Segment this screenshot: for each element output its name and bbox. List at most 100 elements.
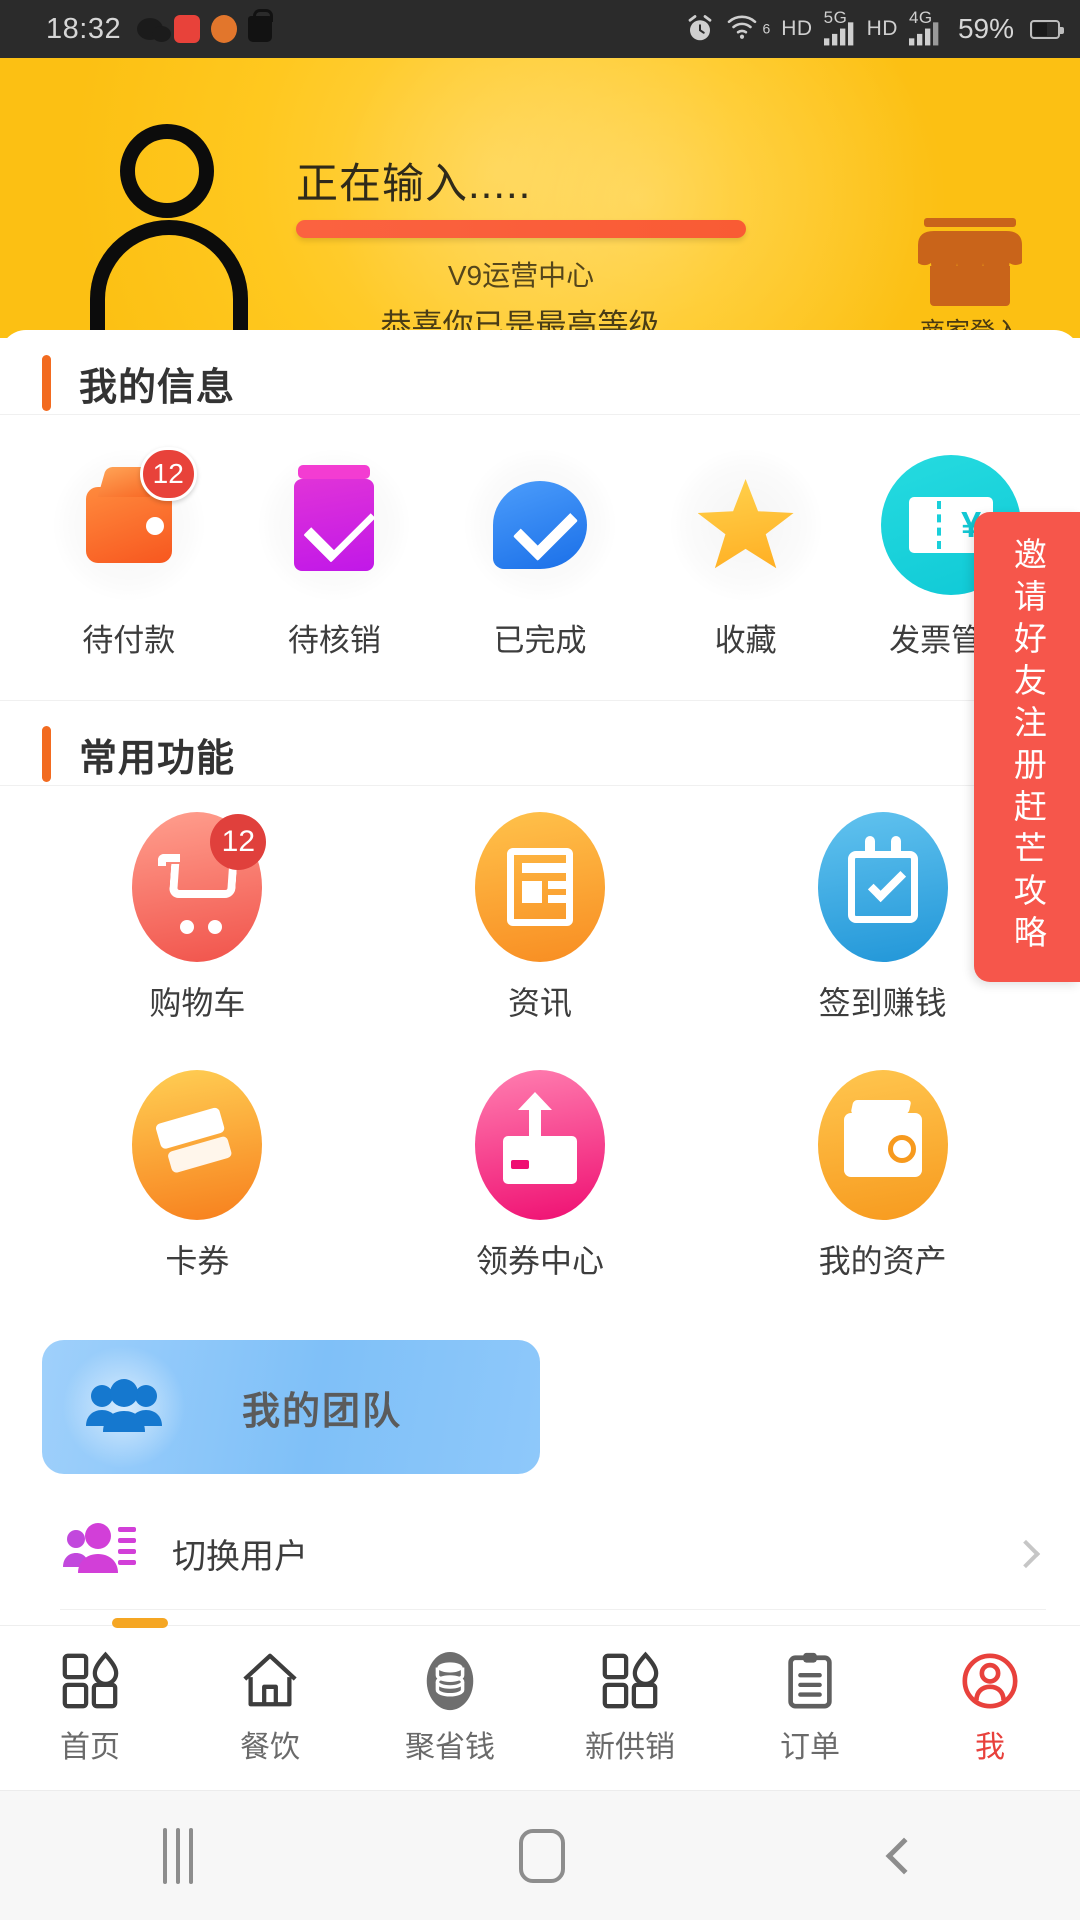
info-item-completed[interactable]: 已完成 — [437, 449, 643, 660]
coins-icon — [419, 1650, 481, 1712]
badge-count: 12 — [210, 814, 267, 870]
wifi-icon — [727, 15, 757, 39]
func-item-news[interactable]: 资讯 — [369, 812, 712, 1024]
info-item-label: 收藏 — [714, 623, 777, 658]
func-item-coupon-center[interactable]: 领券中心 — [369, 1070, 712, 1282]
team-people-shape — [86, 1379, 162, 1432]
orange-app-icon — [211, 15, 238, 43]
shop-roofline — [924, 218, 1016, 227]
recents-bar — [163, 1827, 167, 1884]
status-time: 18:32 — [46, 12, 122, 45]
switch-user-icon — [60, 1521, 138, 1587]
my-team-card[interactable]: 我的团队 — [42, 1340, 540, 1474]
func-item-label: 领券中心 — [475, 1243, 604, 1279]
chat-bubble-shape — [492, 481, 587, 569]
username-label[interactable]: 正在输入..... — [296, 150, 531, 211]
recents-bar — [189, 1827, 193, 1884]
news-line-a — [547, 881, 568, 889]
func-item-cards[interactable]: 卡券 — [26, 1070, 369, 1282]
clipboard-shape — [788, 1652, 832, 1709]
hd-label-2: HD — [866, 17, 898, 40]
common-functions-grid: 12 购物车 资讯 签到赚钱 卡券 领券中心 我的资产 — [0, 786, 1080, 1328]
tab-label: 新供销 — [585, 1731, 675, 1764]
status-bar: 18:32 6 HD 5G HD 4G 59% — [0, 0, 1080, 58]
my-info-grid: 12 待付款 待核销 已完成 收藏 ¥ 发票管理 — [0, 415, 1080, 700]
coupon-shape — [502, 1092, 577, 1184]
star-shape — [697, 479, 794, 569]
coupon-center-icon — [474, 1070, 605, 1220]
wallet-icon: 12 — [52, 447, 205, 601]
phone-screen: 18:32 6 HD 5G HD 4G 59% 正在输入..... V9运营中心… — [0, 0, 1080, 1920]
avatar-body — [90, 220, 248, 338]
mailbox-icon — [258, 449, 411, 601]
android-navigation-bar — [0, 1790, 1080, 1920]
news-thumb — [521, 881, 542, 903]
func-item-label: 购物车 — [149, 985, 246, 1021]
section-header-common: 常用功能 — [0, 723, 1080, 785]
tab-home[interactable]: 首页 — [0, 1626, 180, 1790]
section-title-common: 常用功能 — [79, 737, 236, 780]
shopping-cart-icon: 12 — [132, 812, 267, 962]
news-line-top — [521, 863, 568, 873]
coins-shape — [426, 1651, 474, 1711]
person-avatar-icon[interactable] — [82, 116, 257, 338]
section-title-my-info: 我的信息 — [79, 366, 236, 409]
wallet2-shape — [843, 1100, 922, 1177]
section-accent-bar — [42, 355, 51, 411]
my-assets-wallet-icon — [817, 1070, 948, 1220]
house-shape — [243, 1653, 297, 1707]
merchant-login-button[interactable]: 商家登入 — [890, 218, 1050, 338]
home-icon[interactable] — [519, 1828, 565, 1883]
tab-save-money[interactable]: 聚省钱 — [360, 1626, 540, 1790]
hd-label-1: HD — [781, 17, 813, 40]
tab-label: 聚省钱 — [405, 1731, 495, 1764]
level-label: V9运营中心 — [447, 260, 595, 291]
cards-shape — [152, 1101, 242, 1189]
tab-label: 餐饮 — [240, 1731, 300, 1764]
info-item-favorites[interactable]: 收藏 — [643, 449, 849, 660]
tab-orders[interactable]: 订单 — [720, 1626, 900, 1790]
invite-friends-side-tab[interactable]: 邀请好友注册赶芒攻略 — [974, 512, 1080, 982]
switch-user-label: 切换用户 — [172, 1538, 308, 1576]
content-sheet: 我的信息 12 待付款 待核销 已完成 收藏 ¥ 发票管理 常用功能 12 购物… — [0, 330, 1080, 1675]
func-item-label: 卡券 — [165, 1243, 230, 1279]
battery-icon — [1030, 19, 1064, 39]
cart-wheel-right — [208, 920, 223, 934]
tab-label: 我 — [975, 1731, 1005, 1764]
tab-me[interactable]: 我 — [900, 1626, 1080, 1790]
divider-2 — [0, 700, 1080, 701]
badge-count: 12 — [139, 447, 197, 501]
func-item-label: 签到赚钱 — [818, 985, 947, 1021]
chevron-right-icon — [1011, 1539, 1041, 1568]
info-item-pending-payment[interactable]: 12 待付款 — [26, 447, 232, 660]
tab-supply[interactable]: 新供销 — [540, 1626, 720, 1790]
cart-wheel-left — [180, 920, 195, 934]
func-item-my-assets[interactable]: 我的资产 — [711, 1070, 1054, 1282]
bag-icon — [248, 9, 274, 42]
func-item-cart[interactable]: 12 购物车 — [26, 812, 369, 1024]
tab-dining[interactable]: 餐饮 — [180, 1626, 360, 1790]
switch-user-row[interactable]: 切换用户 — [60, 1498, 1046, 1610]
section-accent-bar — [42, 726, 51, 782]
invite-friends-label: 邀请好友注册赶芒攻略 — [1009, 537, 1047, 957]
network-type-1: 5G — [823, 8, 848, 27]
grid-home-shape — [62, 1651, 119, 1709]
recents-icon[interactable] — [163, 1827, 193, 1884]
clipboard-icon — [779, 1650, 841, 1712]
star-icon — [669, 449, 822, 601]
battery-percent-label: 59% — [957, 13, 1014, 44]
info-item-label: 待核销 — [287, 623, 381, 658]
status-right-icons: 6 HD 5G HD 4G 59% — [685, 8, 1064, 46]
grid-supply-shape — [602, 1651, 659, 1709]
info-item-pending-verification[interactable]: 待核销 — [232, 449, 438, 660]
wifi-generation-label: 6 — [762, 20, 771, 37]
recents-bar — [176, 1827, 180, 1884]
checkin-calendar-icon — [817, 812, 948, 962]
func-item-label: 我的资产 — [818, 1243, 947, 1279]
avatar-head — [120, 124, 214, 218]
red-app-icon — [174, 15, 201, 43]
section-header-my-info: 我的信息 — [0, 352, 1080, 414]
news-icon — [474, 812, 605, 962]
cart-body — [169, 864, 238, 898]
back-icon[interactable] — [885, 1837, 923, 1874]
